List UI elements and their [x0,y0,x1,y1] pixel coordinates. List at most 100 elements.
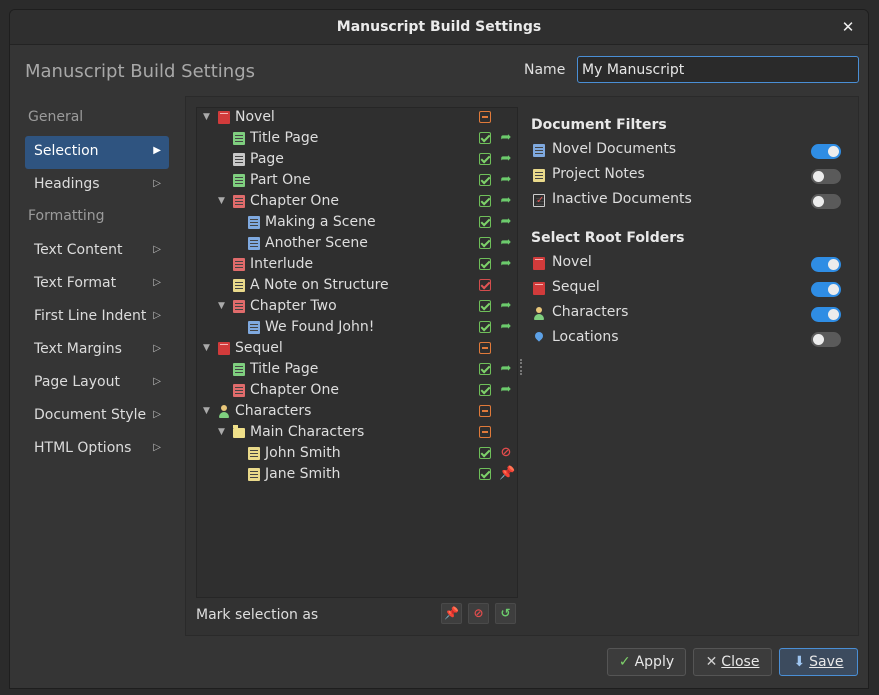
partial-check-icon[interactable] [479,405,491,417]
checkbox-icon[interactable] [479,363,491,375]
tree-row[interactable]: A Note on Structure [197,275,517,296]
checkbox-icon[interactable] [479,174,491,186]
roots-item: Novel [531,252,841,274]
nav-item-text-format[interactable]: Text Format ▷ [25,268,169,301]
save-button[interactable]: ⬇ Save [779,648,858,676]
page-title: Manuscript Build Settings [25,61,255,82]
partial-check-icon[interactable] [479,111,491,123]
pin-icon: 📌 [499,466,516,481]
chevron-down-icon[interactable]: ▼ [203,338,213,359]
filters-item-label: Novel Documents [552,141,677,157]
close-label: Close [721,654,760,670]
tree-row[interactable]: ▼ Novel [197,107,517,128]
nav-item-selection[interactable]: Selection ▶ [25,136,169,169]
checkbox-icon[interactable] [479,195,491,207]
mark-excluded-button[interactable]: ⊘ [468,603,489,624]
dialog-window: Manuscript Build Settings ✕ Manuscript B… [9,9,869,689]
checkbox-icon[interactable] [479,237,491,249]
filters-item-label: Inactive Documents [552,191,692,207]
toggle-switch[interactable] [811,307,841,322]
tree-row[interactable]: ▼ Sequel [197,338,517,359]
mark-reset-button[interactable]: ↺ [495,603,516,624]
roots-item-label: Characters [552,304,629,320]
tree-row[interactable]: Interlude ➦ [197,254,517,275]
splitter-handle[interactable] [520,359,522,375]
tree-row[interactable]: Jane Smith 📌 [197,464,517,485]
nav-item-text-margins[interactable]: Text Margins ▷ [25,334,169,367]
include-arrow-icon: ➦ [500,235,512,250]
doc-yellow-icon [248,447,260,460]
doc-green-icon [233,174,245,187]
nav-item-html-options[interactable]: HTML Options ▷ [25,433,169,466]
tree-row[interactable]: ▼ Main Characters [197,422,517,443]
close-icon[interactable]: ✕ [840,18,856,36]
include-arrow-icon: ➦ [500,298,512,313]
tree-row[interactable]: Title Page ➦ [197,359,517,380]
nav-item-first-line-indent[interactable]: First Line Indent ▷ [25,301,169,334]
tree-row[interactable]: Another Scene ➦ [197,233,517,254]
nav-item-headings[interactable]: Headings ▷ [25,169,169,202]
doc-yellow-icon [533,169,545,182]
doc-blue-icon [533,144,545,157]
include-arrow-icon: ➦ [500,256,512,271]
toggle-switch[interactable] [811,144,841,159]
tree-row[interactable]: Part One ➦ [197,170,517,191]
partial-check-icon[interactable] [479,342,491,354]
chevron-right-icon: ▷ [153,343,161,354]
chevron-right-icon: ▷ [153,376,161,387]
nav-item-document-style[interactable]: Document Style ▷ [25,400,169,433]
partial-check-icon[interactable] [479,426,491,438]
nav-item-label: Page Layout [34,374,120,390]
save-icon: ⬇ [793,654,806,670]
name-input[interactable] [577,56,859,83]
tree-row[interactable]: ▼ Chapter Two ➦ [197,296,517,317]
toggle-switch[interactable] [811,332,841,347]
tree-row[interactable]: We Found John! ➦ [197,317,517,338]
chevron-down-icon[interactable]: ▼ [203,401,213,422]
chevron-down-icon[interactable]: ▼ [203,107,213,128]
roots-item: Locations [531,327,841,349]
tree-row[interactable]: Page ➦ [197,149,517,170]
doc-blue-icon [248,237,260,250]
doc-blue-icon [248,321,260,334]
checkbox-icon[interactable] [479,321,491,333]
tree-row[interactable]: ▼ Characters [197,401,517,422]
include-arrow-icon: ➦ [500,172,512,187]
include-arrow-icon: ➦ [500,319,512,334]
nav-item-page-layout[interactable]: Page Layout ▷ [25,367,169,400]
apply-button[interactable]: ✓ Apply [607,648,686,676]
person-icon [533,307,545,320]
doc-red-icon [233,195,245,208]
reset-icon: ↺ [500,606,511,620]
toggle-switch[interactable] [811,257,841,272]
excluded-check-icon[interactable] [479,279,491,291]
checkbox-icon[interactable] [479,153,491,165]
nav-item-text-content[interactable]: Text Content ▷ [25,235,169,268]
include-arrow-icon: ➦ [500,130,512,145]
block-icon: ⊘ [473,606,484,620]
toggle-switch[interactable] [811,282,841,297]
chevron-down-icon[interactable]: ▼ [218,422,228,443]
checkbox-icon[interactable] [479,216,491,228]
tree-row[interactable]: John Smith ⊘ [197,443,517,464]
checkbox-icon[interactable] [479,468,491,480]
toggle-switch[interactable] [811,194,841,209]
chevron-down-icon[interactable]: ▼ [218,296,228,317]
checkbox-icon[interactable] [479,132,491,144]
mark-pinned-button[interactable]: 📌 [441,603,462,624]
toggle-switch[interactable] [811,169,841,184]
project-tree[interactable]: ▼ Novel Title Page ➦ Page ➦ Part One ➦ ▼ Chapter … [196,107,518,598]
tree-row[interactable]: Chapter One ➦ [197,380,517,401]
folder-icon [233,425,245,438]
chevron-down-icon[interactable]: ▼ [218,191,228,212]
checkbox-icon[interactable] [479,258,491,270]
chevron-right-icon: ▷ [153,244,161,255]
tree-row[interactable]: ▼ Chapter One ➦ [197,191,517,212]
tree-row[interactable]: Making a Scene ➦ [197,212,517,233]
tree-row[interactable]: Title Page ➦ [197,128,517,149]
checkbox-icon[interactable] [479,384,491,396]
roots-item-label: Novel [552,254,592,270]
checkbox-icon[interactable] [479,447,491,459]
checkbox-icon[interactable] [479,300,491,312]
close-button[interactable]: ✕ Close [693,648,772,676]
